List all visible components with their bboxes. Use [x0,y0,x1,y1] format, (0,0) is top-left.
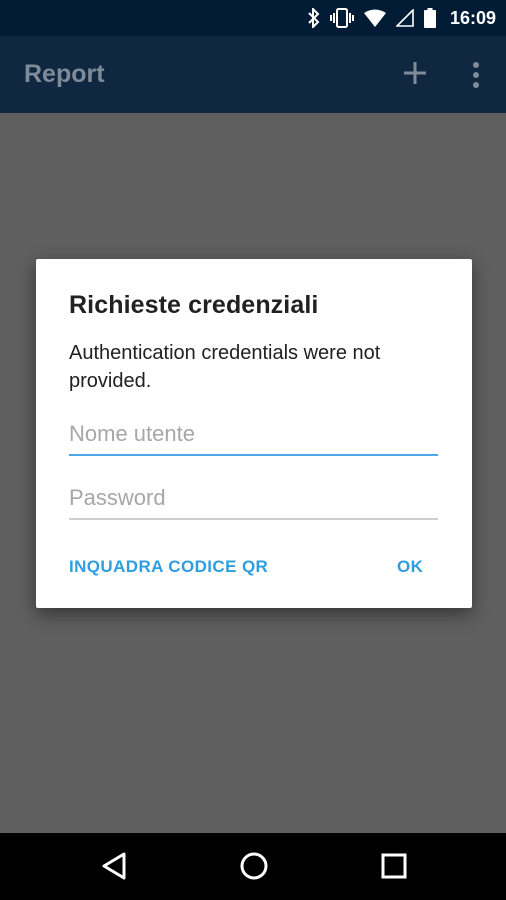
ok-button[interactable]: OK [397,557,423,577]
dialog-message: Authentication credentials were not prov… [69,342,381,392]
back-icon[interactable] [100,851,128,881]
recents-icon[interactable] [381,853,407,879]
status-time: 16:09 [449,7,496,28]
signal-icon [395,9,414,27]
app-bar: Report [0,36,506,113]
username-input[interactable] [69,414,438,456]
app-title: Report [24,60,105,88]
home-icon[interactable] [239,851,269,881]
status-bar: 16:09 [0,0,506,36]
vibrate-icon [329,8,354,28]
battery-icon [423,8,436,28]
scan-qr-code-button[interactable]: INQUADRA CODICE QR [69,557,268,577]
add-icon[interactable] [402,60,428,86]
more-vert-icon[interactable] [466,60,486,90]
bluetooth-icon [308,8,320,28]
wifi-icon [363,9,386,27]
dialog-title: Richieste credenziali [69,291,319,319]
navigation-bar [0,833,506,900]
password-input[interactable] [69,478,438,520]
credentials-dialog: Richieste credenziali Authentication cre… [36,259,472,608]
